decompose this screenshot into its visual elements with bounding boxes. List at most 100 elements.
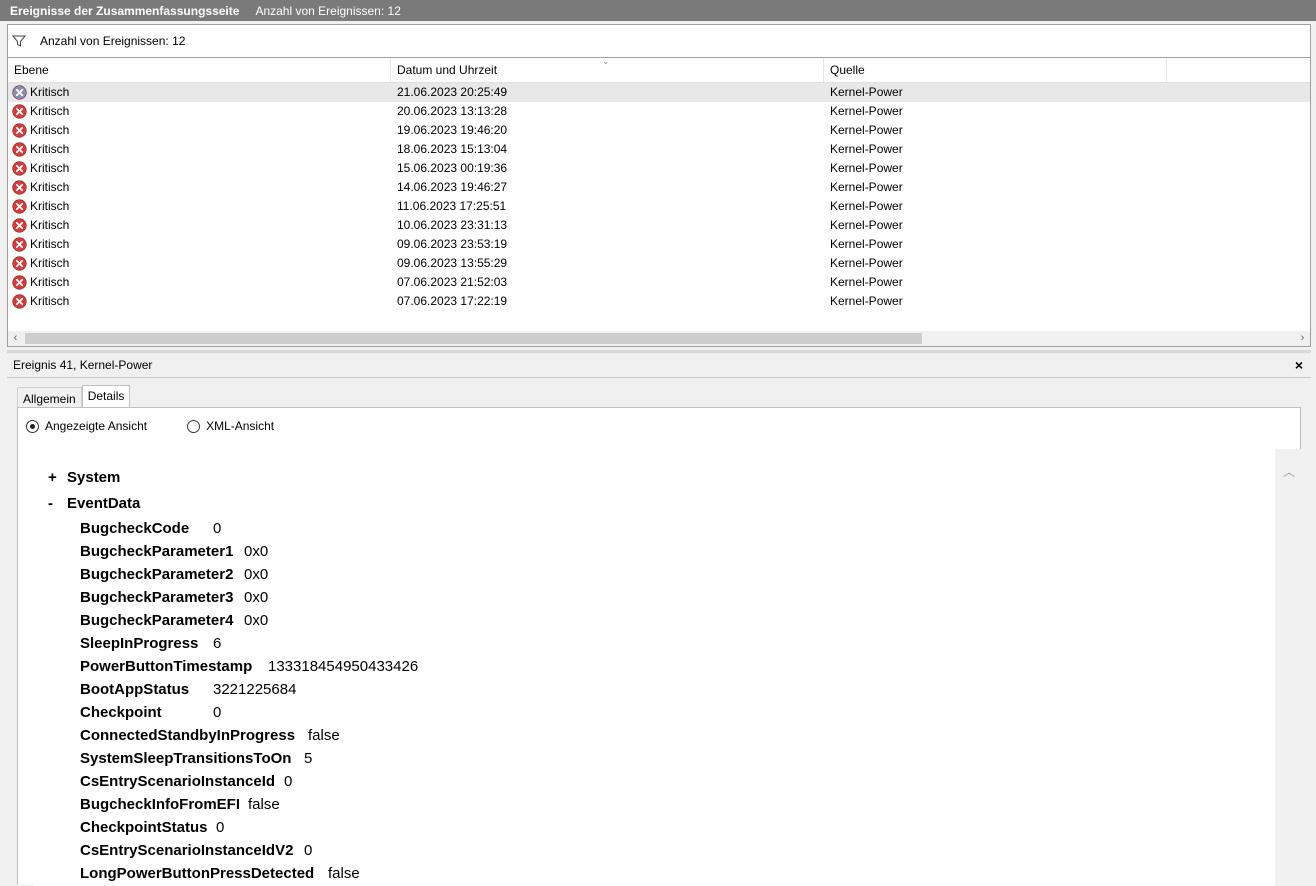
level-text: Kritisch [30,104,70,118]
level-cell: Kritisch [12,83,69,102]
radio-xml-view[interactable]: XML-Ansicht [187,419,274,433]
scroll-right-icon[interactable]: › [1295,331,1310,346]
field-key: CheckpointStatus [80,819,208,836]
field-value: 0 [213,520,222,537]
level-cell: Kritisch [12,140,69,159]
datetime-cell: 14.06.2023 19:46:27 [397,180,508,194]
field-key: BugcheckParameter1 [80,543,234,560]
field-value: 0x0 [244,589,269,606]
field-value: 0 [284,773,293,790]
detail-title: Ereignis 41, Kernel-Power [13,358,153,372]
field-key: BugcheckParameter2 [80,566,234,583]
scroll-left-icon[interactable]: ‹ [8,331,23,346]
expand-icon[interactable]: + [48,465,60,491]
source-cell: Kernel-Power [830,199,903,213]
close-icon[interactable]: × [1295,357,1303,373]
field-key: SystemSleepTransitionsToOn [80,750,292,767]
source-cell: Kernel-Power [830,104,903,118]
level-text: Kritisch [30,142,70,156]
field-value: 0x0 [244,612,269,629]
source-cell: Kernel-Power [830,142,903,156]
field-value: false [328,865,360,882]
field-value: 0 [304,842,313,859]
radio-displayed-view-label: Angezeigte Ansicht [45,419,148,433]
field-key: ConnectedStandbyInProgress [80,727,296,744]
event-detail-panel: Ereignis 41, Kernel-Power × Allgemein De… [7,353,1311,886]
critical-error-icon [12,123,27,138]
table-row[interactable]: Kritisch 10.06.2023 23:31:13 Kernel-Power [8,216,1310,235]
level-cell: Kritisch [12,102,69,121]
field-value: false [248,796,280,813]
summary-title: Ereignisse der Zusammenfassungsseite [10,3,240,18]
column-header-source[interactable]: Quelle [824,58,1167,82]
critical-error-icon [12,161,27,176]
table-row[interactable]: Kritisch 15.06.2023 00:19:36 Kernel-Power [8,159,1310,178]
critical-error-icon [12,104,27,119]
datetime-cell: 07.06.2023 21:52:03 [397,275,508,289]
level-cell: Kritisch [12,235,69,254]
summary-count: Anzahl von Ereignissen: 12 [255,3,401,18]
event-list-panel: Anzahl von Ereignissen: 12 Ebene Datum u… [7,24,1311,347]
details-tab-body: Angezeigte Ansicht XML-Ansicht + System … [17,407,1302,886]
table-row[interactable]: Kritisch 19.06.2023 19:46:20 Kernel-Power [8,121,1310,140]
critical-error-icon [12,85,27,100]
field-key: CsEntryScenarioInstanceId [80,773,276,790]
table-row[interactable]: Kritisch 18.06.2023 15:13:04 Kernel-Power [8,140,1310,159]
field-key: BootAppStatus [80,681,190,698]
level-cell: Kritisch [12,292,69,311]
source-cell: Kernel-Power [830,237,903,251]
scrollbar-thumb[interactable] [25,333,922,344]
tab-allgemein[interactable]: Allgemein [17,387,82,408]
critical-error-icon [12,256,27,271]
summary-titlebar: Ereignisse der Zusammenfassungsseite Anz… [0,0,1316,21]
filter-count-text: Anzahl von Ereignissen: 12 [40,34,186,48]
level-text: Kritisch [30,256,70,270]
tab-details[interactable]: Details [81,385,131,408]
scroll-up-icon[interactable]: ︿ [1283,463,1295,480]
column-header-level[interactable]: Ebene [8,58,391,82]
table-row[interactable]: Kritisch 20.06.2023 13:13:28 Kernel-Power [8,102,1310,121]
radio-selected-icon[interactable] [26,419,39,433]
field-value: false [308,727,340,744]
field-key: BugcheckParameter3 [80,589,234,606]
source-cell: Kernel-Power [830,218,903,232]
tree-node-eventdata-label: EventData [67,495,141,512]
collapse-icon[interactable]: - [48,491,60,517]
table-row[interactable]: Kritisch 14.06.2023 19:46:27 Kernel-Power [8,178,1310,197]
field-value: 3221225684 [213,681,297,698]
field-key: LongPowerButtonPressDetected [80,865,315,882]
detail-tabs: Allgemein Details [17,385,131,408]
table-row[interactable]: Kritisch 07.06.2023 21:52:03 Kernel-Power [8,273,1310,292]
radio-unselected-icon[interactable] [187,419,201,433]
level-text: Kritisch [30,294,70,308]
field-key: BugcheckInfoFromEFI [80,796,241,813]
level-text: Kritisch [30,180,70,194]
level-cell: Kritisch [12,254,69,273]
field-key: BugcheckCode [80,520,190,537]
table-row[interactable]: Kritisch 09.06.2023 13:55:29 Kernel-Power [8,254,1310,273]
critical-error-icon [12,218,27,233]
datetime-cell: 15.06.2023 00:19:36 [397,161,508,175]
critical-error-icon [12,142,27,157]
filter-icon[interactable] [12,34,26,48]
vertical-scrollbar[interactable]: ︿ [1275,449,1302,886]
critical-error-icon [12,180,27,195]
level-text: Kritisch [30,85,70,99]
datetime-cell: 09.06.2023 23:53:19 [397,237,508,251]
table-row[interactable]: Kritisch 07.06.2023 17:22:19 Kernel-Power [8,292,1310,311]
event-rows: Kritisch 21.06.2023 20:25:49 Kernel-Power K… [8,83,1310,311]
source-cell: Kernel-Power [830,294,903,308]
level-text: Kritisch [30,123,70,137]
horizontal-scrollbar[interactable]: ‹ › [8,331,1310,346]
critical-error-icon [12,294,27,309]
level-text: Kritisch [30,218,70,232]
source-cell: Kernel-Power [830,180,903,194]
level-cell: Kritisch [12,121,69,140]
table-row[interactable]: Kritisch 09.06.2023 23:53:19 Kernel-Power [8,235,1310,254]
radio-displayed-view[interactable]: Angezeigte Ansicht [26,419,147,433]
level-cell: Kritisch [12,197,69,216]
event-details-tree-view: + System - EventData BugcheckCode 0 Bugche… [34,449,1302,886]
table-row[interactable]: Kritisch 11.06.2023 17:25:51 Kernel-Power [8,197,1310,216]
column-headers: Ebene Datum und Uhrzeit Quelle ⌄ [8,56,1310,83]
table-row[interactable]: Kritisch 21.06.2023 20:25:49 Kernel-Power [8,83,1310,102]
